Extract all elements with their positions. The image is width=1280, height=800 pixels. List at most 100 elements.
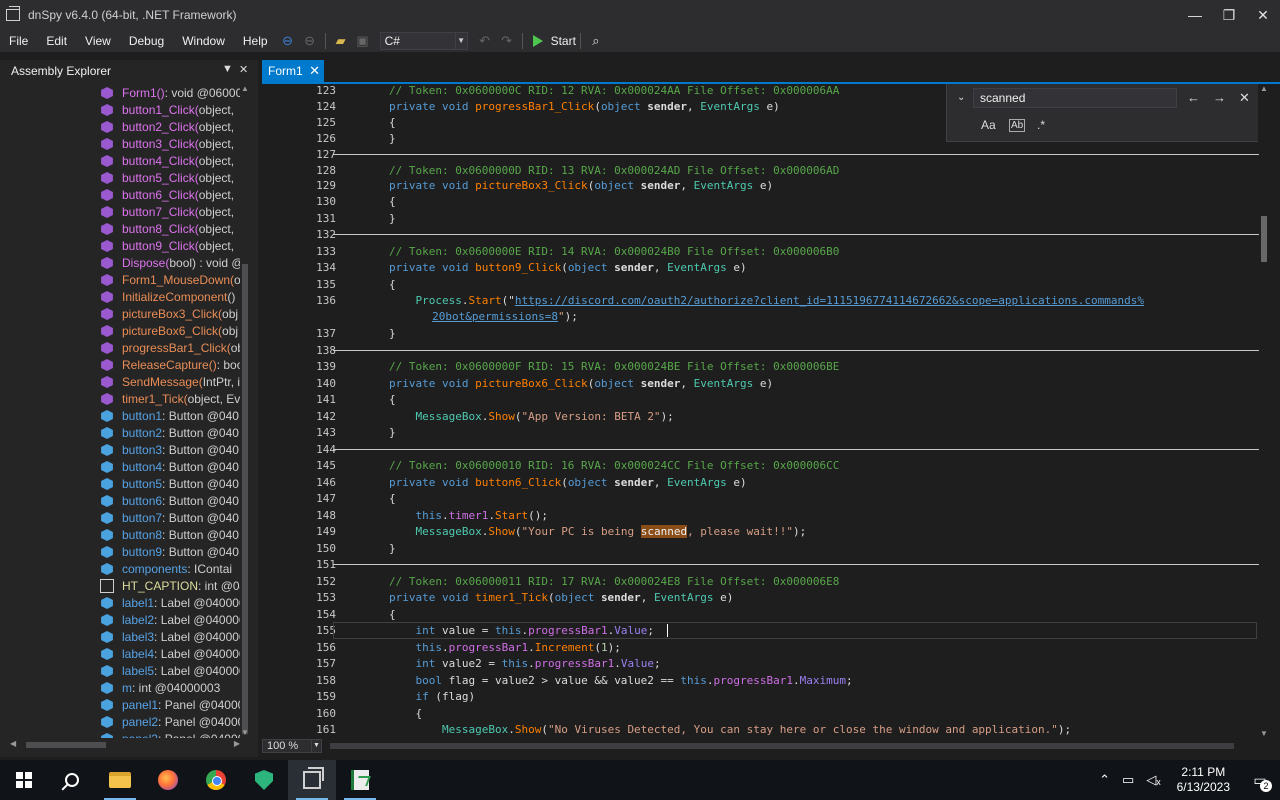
tree-item[interactable]: label5 : Label @040000 — [0, 662, 240, 679]
code-line[interactable]: // Token: 0x0600000C RID: 12 RVA: 0x0000… — [389, 84, 839, 98]
tree-item[interactable]: button2 : Button @040 — [0, 424, 240, 441]
tree-item[interactable]: label4 : Label @040000 — [0, 645, 240, 662]
scrollbar-thumb[interactable] — [330, 743, 1234, 749]
taskbar-search-button[interactable] — [48, 760, 96, 800]
code-line[interactable]: Process.Start("https://discord.com/oauth… — [389, 293, 1145, 308]
menu-help[interactable]: Help — [234, 30, 277, 52]
start-menu-button[interactable] — [0, 760, 48, 800]
code-line[interactable]: private void pictureBox3_Click(object se… — [389, 178, 773, 193]
tree-item[interactable]: Form1_MouseDown(o — [0, 271, 240, 288]
menu-debug[interactable]: Debug — [120, 30, 173, 52]
code-line[interactable]: // Token: 0x06000011 RID: 17 RVA: 0x0000… — [389, 574, 839, 589]
close-find-icon[interactable]: ✕ — [1239, 90, 1250, 106]
tree-item[interactable]: panel1 : Panel @04000 — [0, 696, 240, 713]
menu-file[interactable]: File — [0, 30, 37, 52]
maximize-button[interactable]: ❐ — [1212, 0, 1246, 30]
tree-item[interactable]: button5 : Button @040 — [0, 475, 240, 492]
assembly-tree[interactable]: Form1() : void @06000 button1_Click(objec… — [0, 84, 240, 738]
code-line[interactable]: { — [389, 392, 396, 407]
undo-icon[interactable]: ↶ — [474, 30, 496, 52]
code-line[interactable]: // Token: 0x0600000E RID: 14 RVA: 0x0000… — [389, 244, 839, 259]
tree-item[interactable]: ReleaseCapture() : boo — [0, 356, 240, 373]
speaker-muted-icon[interactable]: ◁ₓ — [1146, 772, 1160, 788]
tree-item[interactable]: button9 : Button @040 — [0, 543, 240, 560]
tab-form1[interactable]: Form1 ✕ — [262, 60, 324, 82]
tree-item[interactable]: button1 : Button @040 — [0, 407, 240, 424]
editor-vertical-scrollbar[interactable]: ▲ ▼ — [1258, 84, 1270, 738]
security-app-button[interactable] — [240, 760, 288, 800]
tree-item[interactable]: Dispose(bool) : void @ — [0, 254, 240, 271]
tree-item[interactable]: progressBar1_Click(ob — [0, 339, 240, 356]
tree-item[interactable]: button9_Click(object, — [0, 237, 240, 254]
code-line[interactable]: private void button9_Click(object sender… — [389, 260, 747, 275]
navigate-forward-icon[interactable]: ⊖ — [299, 30, 321, 52]
tree-item[interactable]: label2 : Label @040000 — [0, 611, 240, 628]
tree-item[interactable]: button7 : Button @040 — [0, 509, 240, 526]
code-line[interactable]: this.progressBar1.Increment(1); — [389, 640, 621, 655]
start-debug-button[interactable]: Start — [532, 34, 576, 48]
tree-item[interactable]: label3 : Label @040000 — [0, 628, 240, 645]
panel-menu-icon[interactable]: ▼ — [222, 63, 233, 75]
tree-item[interactable]: button3 : Button @040 — [0, 441, 240, 458]
menu-window[interactable]: Window — [173, 30, 234, 52]
code-line[interactable]: private void progressBar1_Click(object s… — [389, 99, 780, 114]
code-line[interactable]: { — [389, 115, 396, 130]
tree-item[interactable]: button4 : Button @040 — [0, 458, 240, 475]
clock[interactable]: 2:11 PM 6/13/2023 — [1177, 765, 1230, 795]
code-line[interactable]: this.timer1.Start(); — [389, 508, 549, 523]
code-line[interactable]: { — [389, 491, 396, 506]
tree-item[interactable]: pictureBox3_Click(obj — [0, 305, 240, 322]
code-line-wrap[interactable]: 20bot&permissions=8"); — [399, 309, 578, 324]
tree-item[interactable]: HT_CAPTION : int @04 — [0, 577, 240, 594]
scroll-right-icon[interactable]: ▶ — [234, 739, 240, 748]
tree-item[interactable]: SendMessage(IntPtr, i — [0, 373, 240, 390]
tree-item[interactable]: InitializeComponent() — [0, 288, 240, 305]
code-line[interactable]: } — [389, 326, 396, 341]
code-line[interactable]: if (flag) — [389, 689, 476, 704]
tree-item[interactable]: button8 : Button @040 — [0, 526, 240, 543]
tree-item[interactable]: components : IContai — [0, 560, 240, 577]
tree-item[interactable]: button8_Click(object, — [0, 220, 240, 237]
tree-horizontal-scrollbar[interactable]: ◀ ▶ — [10, 739, 240, 749]
match-case-icon[interactable]: Aa — [981, 118, 996, 132]
tree-item[interactable]: button6_Click(object, — [0, 186, 240, 203]
code-line[interactable]: { — [389, 277, 396, 292]
tree-item[interactable]: m : int @04000003 — [0, 679, 240, 696]
scroll-left-icon[interactable]: ◀ — [10, 739, 16, 748]
notification-center-button[interactable]: ▭ 2 — [1240, 760, 1280, 800]
menu-view[interactable]: View — [76, 30, 120, 52]
expand-replace-icon[interactable]: ⌄ — [957, 92, 965, 103]
editor-horizontal-scrollbar[interactable] — [330, 743, 1250, 749]
menu-edit[interactable]: Edit — [37, 30, 76, 52]
redo-icon[interactable]: ↷ — [496, 30, 518, 52]
tree-item[interactable]: panel2 : Panel @04000 — [0, 713, 240, 730]
minimize-button[interactable]: — — [1178, 0, 1212, 30]
panel-close-icon[interactable]: ✕ — [239, 63, 248, 76]
tree-item[interactable]: button5_Click(object, — [0, 169, 240, 186]
scrollbar-thumb[interactable] — [242, 264, 248, 734]
code-line[interactable]: MessageBox.Show("App Version: BETA 2"); — [389, 409, 674, 424]
code-line[interactable]: { — [389, 194, 396, 209]
tree-item[interactable]: Form1() : void @06000 — [0, 84, 240, 101]
tree-item[interactable]: timer1_Tick(object, Ev — [0, 390, 240, 407]
navigate-back-icon[interactable]: ⊖ — [277, 30, 299, 52]
code-line[interactable]: } — [389, 211, 396, 226]
scrollbar-thumb[interactable] — [26, 742, 106, 748]
code-line[interactable]: bool flag = value2 > value && value2 == … — [389, 673, 853, 688]
whole-word-icon[interactable]: Ab — [1009, 119, 1026, 132]
code-line[interactable]: MessageBox.Show("Your PC is being scanne… — [389, 524, 806, 539]
spreadsheet-app-button[interactable] — [336, 760, 384, 800]
code-line[interactable]: } — [389, 425, 396, 440]
code-line[interactable]: } — [389, 541, 396, 556]
file-explorer-button[interactable] — [96, 760, 144, 800]
tree-item[interactable]: pictureBox6_Click(obj — [0, 322, 240, 339]
scroll-down-icon[interactable]: ▼ — [240, 728, 250, 738]
scrollbar-thumb[interactable] — [1261, 216, 1267, 262]
code-line[interactable]: // Token: 0x0600000D RID: 13 RVA: 0x0000… — [389, 163, 839, 178]
close-button[interactable]: ✕ — [1246, 0, 1280, 30]
language-select[interactable]: C# ▼ — [379, 32, 468, 50]
code-line[interactable]: private void pictureBox6_Click(object se… — [389, 376, 773, 391]
tree-item[interactable]: button6 : Button @040 — [0, 492, 240, 509]
code-editor[interactable]: 123 124 125 126 127 128 129 130 131 132 133 134 135 1… — [258, 84, 1280, 738]
tree-item[interactable]: button7_Click(object, — [0, 203, 240, 220]
